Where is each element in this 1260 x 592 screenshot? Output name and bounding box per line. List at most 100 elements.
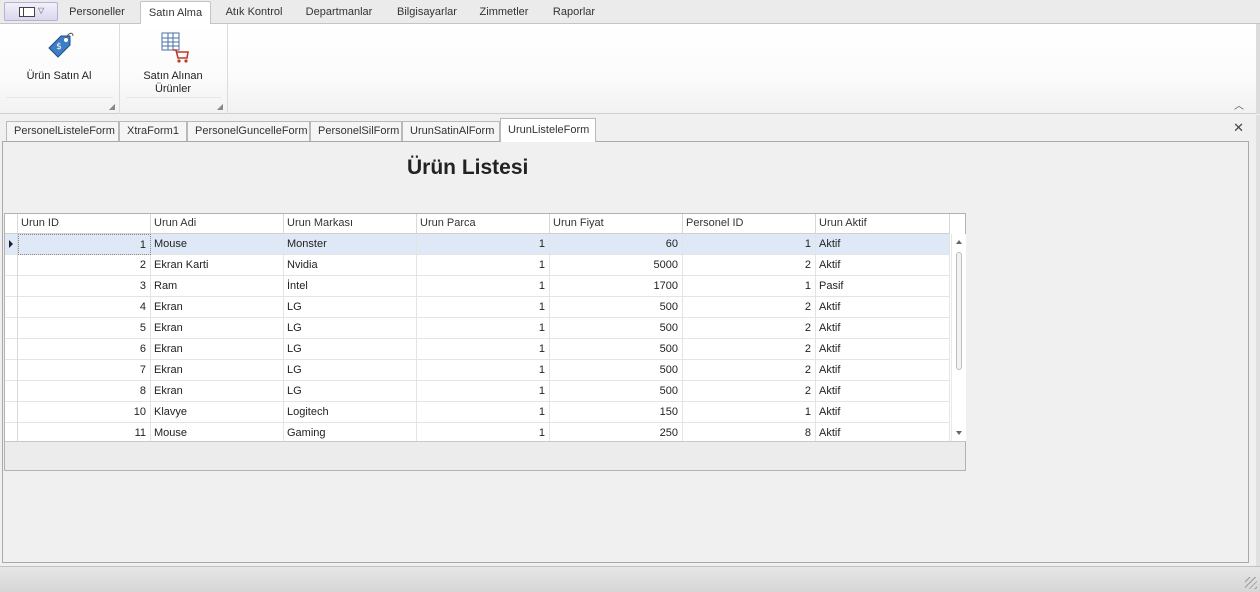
table-cell[interactable]: Aktif <box>816 339 950 360</box>
table-cell[interactable]: LG <box>284 339 417 360</box>
group-launcher-icon[interactable]: ◢ <box>109 102 115 111</box>
table-cell[interactable]: 8 <box>18 381 151 402</box>
table-cell[interactable]: 1 <box>417 360 550 381</box>
satin-alinan-urunler-button[interactable]: Satın Alınan Ürünler <box>134 30 212 96</box>
row-indicator[interactable] <box>5 402 18 423</box>
row-indicator[interactable] <box>5 255 18 276</box>
table-cell[interactable]: 5 <box>18 318 151 339</box>
table-cell[interactable]: Mouse <box>151 234 284 255</box>
column-header-4[interactable]: Urun Fiyat <box>550 214 683 234</box>
table-cell[interactable]: LG <box>284 381 417 402</box>
table-cell[interactable]: 60 <box>550 234 683 255</box>
table-cell[interactable]: LG <box>284 297 417 318</box>
urun-grid[interactable]: Urun ID Urun Adi Urun Markası Urun Parca Uru… <box>4 213 966 471</box>
column-header-0[interactable]: Urun ID <box>18 214 151 234</box>
row-indicator[interactable] <box>5 318 18 339</box>
scroll-up-icon[interactable] <box>956 240 962 244</box>
table-cell[interactable]: Ekran <box>151 297 284 318</box>
tab-urunlisteleform[interactable]: UrunListeleForm <box>500 118 596 142</box>
table-cell[interactable]: 3 <box>18 276 151 297</box>
column-header-2[interactable]: Urun Markası <box>284 214 417 234</box>
table-cell[interactable]: Ekran Karti <box>151 255 284 276</box>
table-cell[interactable]: Aktif <box>816 360 950 381</box>
ribbon-tab-0[interactable]: Personeller <box>62 0 132 24</box>
row-indicator[interactable] <box>5 360 18 381</box>
table-cell[interactable]: 4 <box>18 297 151 318</box>
ribbon-tab-1[interactable]: Satın Alma <box>140 1 211 25</box>
table-cell[interactable]: Nvidia <box>284 255 417 276</box>
table-cell[interactable]: Aktif <box>816 402 950 423</box>
table-cell[interactable]: 500 <box>550 297 683 318</box>
table-cell[interactable]: 10 <box>18 402 151 423</box>
group-launcher-icon[interactable]: ◢ <box>217 102 223 111</box>
table-cell[interactable]: Ekran <box>151 339 284 360</box>
application-menu-button[interactable]: ▽ <box>4 2 58 21</box>
tab-personelsilform[interactable]: PersonelSilForm <box>310 121 402 141</box>
column-header-3[interactable]: Urun Parca <box>417 214 550 234</box>
table-cell[interactable]: 500 <box>550 381 683 402</box>
scroll-thumb[interactable] <box>956 252 962 370</box>
table-row[interactable]: 1 Mouse Monster 1 60 1 Aktif <box>5 234 950 255</box>
table-cell[interactable]: 1 <box>417 234 550 255</box>
column-header-6[interactable]: Urun Aktif <box>816 214 950 234</box>
table-cell[interactable]: 1 <box>18 234 151 255</box>
table-cell[interactable]: Logitech <box>284 402 417 423</box>
table-cell[interactable]: Klavye <box>151 402 284 423</box>
table-cell[interactable]: 1 <box>683 234 816 255</box>
table-row[interactable]: 5 Ekran LG 1 500 2 Aktif <box>5 318 950 339</box>
table-cell[interactable]: 1 <box>417 402 550 423</box>
table-row[interactable]: 2 Ekran Karti Nvidia 1 5000 2 Aktif <box>5 255 950 276</box>
tab-personelguncelleform[interactable]: PersonelGuncelleForm <box>187 121 310 141</box>
ribbon-tab-5[interactable]: Zimmetler <box>472 0 536 24</box>
table-cell[interactable]: 5000 <box>550 255 683 276</box>
table-cell[interactable]: 2 <box>683 360 816 381</box>
table-cell[interactable]: LG <box>284 360 417 381</box>
table-cell[interactable]: 1 <box>417 318 550 339</box>
table-row[interactable]: 7 Ekran LG 1 500 2 Aktif <box>5 360 950 381</box>
table-cell[interactable]: 500 <box>550 360 683 381</box>
row-indicator[interactable] <box>5 381 18 402</box>
scroll-down-icon[interactable] <box>956 431 962 435</box>
table-cell[interactable]: 7 <box>18 360 151 381</box>
row-indicator[interactable] <box>5 234 18 255</box>
table-cell[interactable]: Aktif <box>816 255 950 276</box>
table-cell[interactable]: 2 <box>683 297 816 318</box>
ribbon-tab-6[interactable]: Raporlar <box>545 0 603 24</box>
table-cell[interactable]: Ekran <box>151 360 284 381</box>
ribbon-tab-3[interactable]: Departmanlar <box>298 0 380 24</box>
table-row[interactable]: 8 Ekran LG 1 500 2 Aktif <box>5 381 950 402</box>
table-cell[interactable]: Aktif <box>816 234 950 255</box>
resize-grip-icon[interactable] <box>1245 577 1257 589</box>
tab-xtraform1[interactable]: XtraForm1 <box>119 121 187 141</box>
table-cell[interactable]: Pasif <box>816 276 950 297</box>
row-indicator[interactable] <box>5 339 18 360</box>
table-cell[interactable]: 2 <box>683 255 816 276</box>
row-indicator[interactable] <box>5 297 18 318</box>
column-header-5[interactable]: Personel ID <box>683 214 816 234</box>
vertical-scrollbar[interactable] <box>951 234 966 441</box>
table-cell[interactable]: 2 <box>683 339 816 360</box>
ribbon-tab-2[interactable]: Atık Kontrol <box>218 0 290 24</box>
table-cell[interactable]: 6 <box>18 339 151 360</box>
table-cell[interactable]: 500 <box>550 318 683 339</box>
table-cell[interactable]: 1 <box>417 297 550 318</box>
table-cell[interactable]: 1 <box>417 255 550 276</box>
ribbon-tab-4[interactable]: Bilgisayarlar <box>389 0 465 24</box>
close-icon[interactable]: ✕ <box>1233 120 1244 136</box>
table-row[interactable]: 3 Ram İntel 1 1700 1 Pasif <box>5 276 950 297</box>
table-cell[interactable]: Aktif <box>816 318 950 339</box>
table-cell[interactable]: Monster <box>284 234 417 255</box>
table-cell[interactable]: 500 <box>550 339 683 360</box>
table-cell[interactable]: Aktif <box>816 381 950 402</box>
ribbon-collapse-icon[interactable]: ︿ <box>1234 97 1244 112</box>
table-cell[interactable]: 1 <box>683 402 816 423</box>
table-row[interactable]: 10 Klavye Logitech 1 150 1 Aktif <box>5 402 950 423</box>
table-cell[interactable]: 1 <box>683 276 816 297</box>
table-cell[interactable]: 2 <box>683 318 816 339</box>
tab-personellisteleform[interactable]: PersonelListeleForm <box>6 121 119 141</box>
table-row[interactable]: 4 Ekran LG 1 500 2 Aktif <box>5 297 950 318</box>
table-cell[interactable]: 2 <box>18 255 151 276</box>
table-cell[interactable]: 1 <box>417 381 550 402</box>
urun-satin-al-button[interactable]: $ Ürün Satın Al <box>18 30 100 83</box>
table-cell[interactable]: 1 <box>417 339 550 360</box>
